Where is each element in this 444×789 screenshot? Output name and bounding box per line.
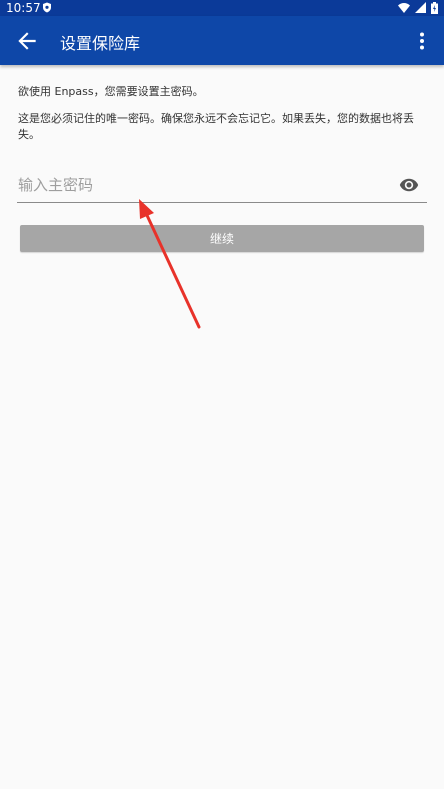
cellular-signal-icon [414,2,426,13]
status-time: 10:57 [6,1,41,15]
master-password-input[interactable] [18,172,378,198]
back-arrow-icon[interactable] [14,28,40,54]
input-underline [17,202,427,203]
page-title: 设置保险库 [60,34,141,53]
wifi-icon [397,3,410,14]
continue-button[interactable]: 继续 [20,225,424,252]
shield-icon [43,2,51,13]
app-bar: 设置保险库 [0,16,444,65]
status-bar: 10:57 [0,0,444,16]
eye-icon[interactable] [398,175,420,195]
warning-text: 这是您必须记住的唯一密码。确保您永远不会忘记它。如果丢失，您的数据也将丢失。 [18,112,414,141]
battery-charging-icon [431,2,438,14]
more-options-icon[interactable] [410,29,434,53]
intro-text: 欲使用 Enpass，您需要设置主密码。 [18,85,204,98]
